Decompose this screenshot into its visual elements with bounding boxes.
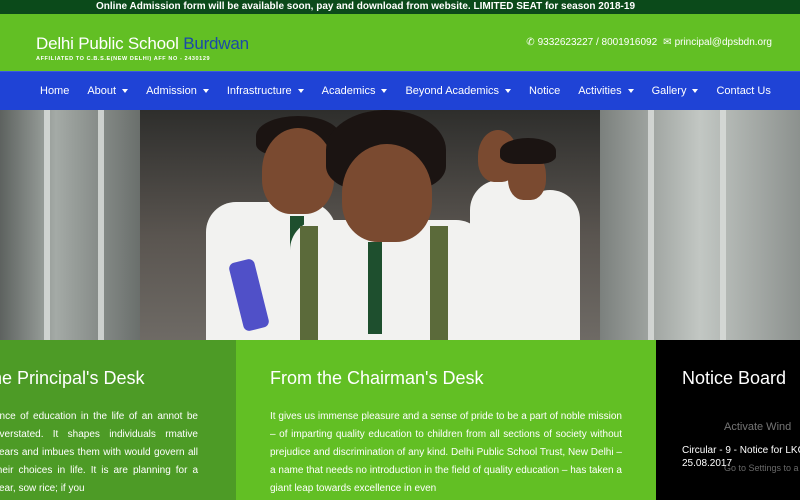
logo-affiliation: AFFILIATED TO C.B.S.E(NEW DELHI) AFF NO … xyxy=(36,56,211,62)
nav-item-notice[interactable]: Notice xyxy=(529,85,560,97)
chairman-desk-title[interactable]: From the Chairman's Desk xyxy=(270,368,484,389)
nav-item-gallery[interactable]: Gallery xyxy=(652,85,699,97)
hero-door-left xyxy=(0,110,140,340)
chairman-desk-panel: From the Chairman's Desk It gives us imm… xyxy=(236,340,656,500)
nav-label: Gallery xyxy=(651,85,687,97)
email-address: principal@dpsbdn.org xyxy=(674,37,772,48)
nav-label: Infrastructure xyxy=(226,85,292,97)
nav-label: Admission xyxy=(146,85,197,97)
nav-item-beyond-academics[interactable]: Beyond Academics xyxy=(405,85,512,97)
nav-label: Activities xyxy=(578,85,622,97)
door-frame xyxy=(44,110,50,340)
hero-banner-image xyxy=(0,110,800,340)
hero-door-right xyxy=(600,110,800,340)
door-frame xyxy=(720,110,726,340)
chevron-down-icon xyxy=(627,89,634,93)
logo-title: Delhi Public School Burdwan xyxy=(36,34,249,54)
bag-strap xyxy=(430,226,448,340)
nav-item-academics[interactable]: Academics xyxy=(322,85,388,97)
chevron-down-icon xyxy=(381,89,388,93)
main-nav: Home About Admission Infrastructure Acad… xyxy=(0,71,800,110)
principal-desk-title[interactable]: he Principal's Desk xyxy=(0,368,145,389)
envelope-icon: ✉ xyxy=(663,37,672,48)
student-tie xyxy=(368,242,382,334)
door-frame xyxy=(98,110,104,340)
phone-contact[interactable]: ✆ 9332623227 / 8001916092 xyxy=(526,37,657,48)
phone-number: 9332623227 / 8001916092 xyxy=(537,37,658,48)
logo-title-main: Delhi Public School xyxy=(36,34,179,53)
activation-watermark: Activate Wind xyxy=(724,421,792,433)
phone-icon: ✆ xyxy=(526,37,535,48)
announcement-text: Online Admission form will be available … xyxy=(96,1,635,12)
notice-board-panel: Notice Board Circular - 9 - Notice for L… xyxy=(656,340,800,500)
chevron-down-icon xyxy=(297,89,304,93)
chevron-down-icon xyxy=(505,89,512,93)
principal-desk-text: ance of education in the life of an anno… xyxy=(0,411,198,494)
nav-label: Home xyxy=(40,85,70,97)
chevron-down-icon xyxy=(202,89,209,93)
door-frame xyxy=(648,110,654,340)
notice-item-title: Circular - 9 - Notice for LKG xyxy=(682,445,800,456)
nav-label: Contact Us xyxy=(716,85,771,97)
chairman-desk-text: It gives us immense pleasure and a sense… xyxy=(270,411,622,494)
nav-label: About xyxy=(87,85,117,97)
notice-board-title: Notice Board xyxy=(682,368,787,388)
email-contact[interactable]: ✉ principal@dpsbdn.org xyxy=(663,37,772,48)
nav-item-about[interactable]: About xyxy=(87,85,129,97)
announcement-bar: Online Admission form will be available … xyxy=(0,0,800,14)
logo-title-accent: Burdwan xyxy=(183,34,249,53)
site-header: Delhi Public School Burdwan AFFILIATED T… xyxy=(0,14,800,71)
nav-item-home[interactable]: Home xyxy=(40,85,69,97)
student-hair xyxy=(500,138,556,164)
nav-item-admission[interactable]: Admission xyxy=(146,85,209,97)
nav-item-infrastructure[interactable]: Infrastructure xyxy=(227,85,304,97)
activation-watermark-subtext: Go to Settings to a xyxy=(724,463,799,473)
contact-info: ✆ 9332623227 / 8001916092 ✉ principal@dpsb… xyxy=(526,37,772,48)
chevron-down-icon xyxy=(692,89,699,93)
principal-desk-panel: he Principal's Desk ance of education in… xyxy=(0,340,236,500)
chevron-down-icon xyxy=(122,89,129,93)
nav-item-activities[interactable]: Activities xyxy=(578,85,634,97)
nav-label: Beyond Academics xyxy=(405,85,500,97)
school-logo[interactable]: Delhi Public School Burdwan AFFILIATED T… xyxy=(36,34,249,62)
student-face xyxy=(262,128,334,214)
nav-label: Academics xyxy=(321,85,376,97)
nav-label: Notice xyxy=(529,85,561,97)
student-face xyxy=(342,144,432,242)
bag-strap xyxy=(300,226,318,340)
nav-item-contact-us[interactable]: Contact Us xyxy=(716,85,770,97)
student-figure xyxy=(520,190,580,340)
